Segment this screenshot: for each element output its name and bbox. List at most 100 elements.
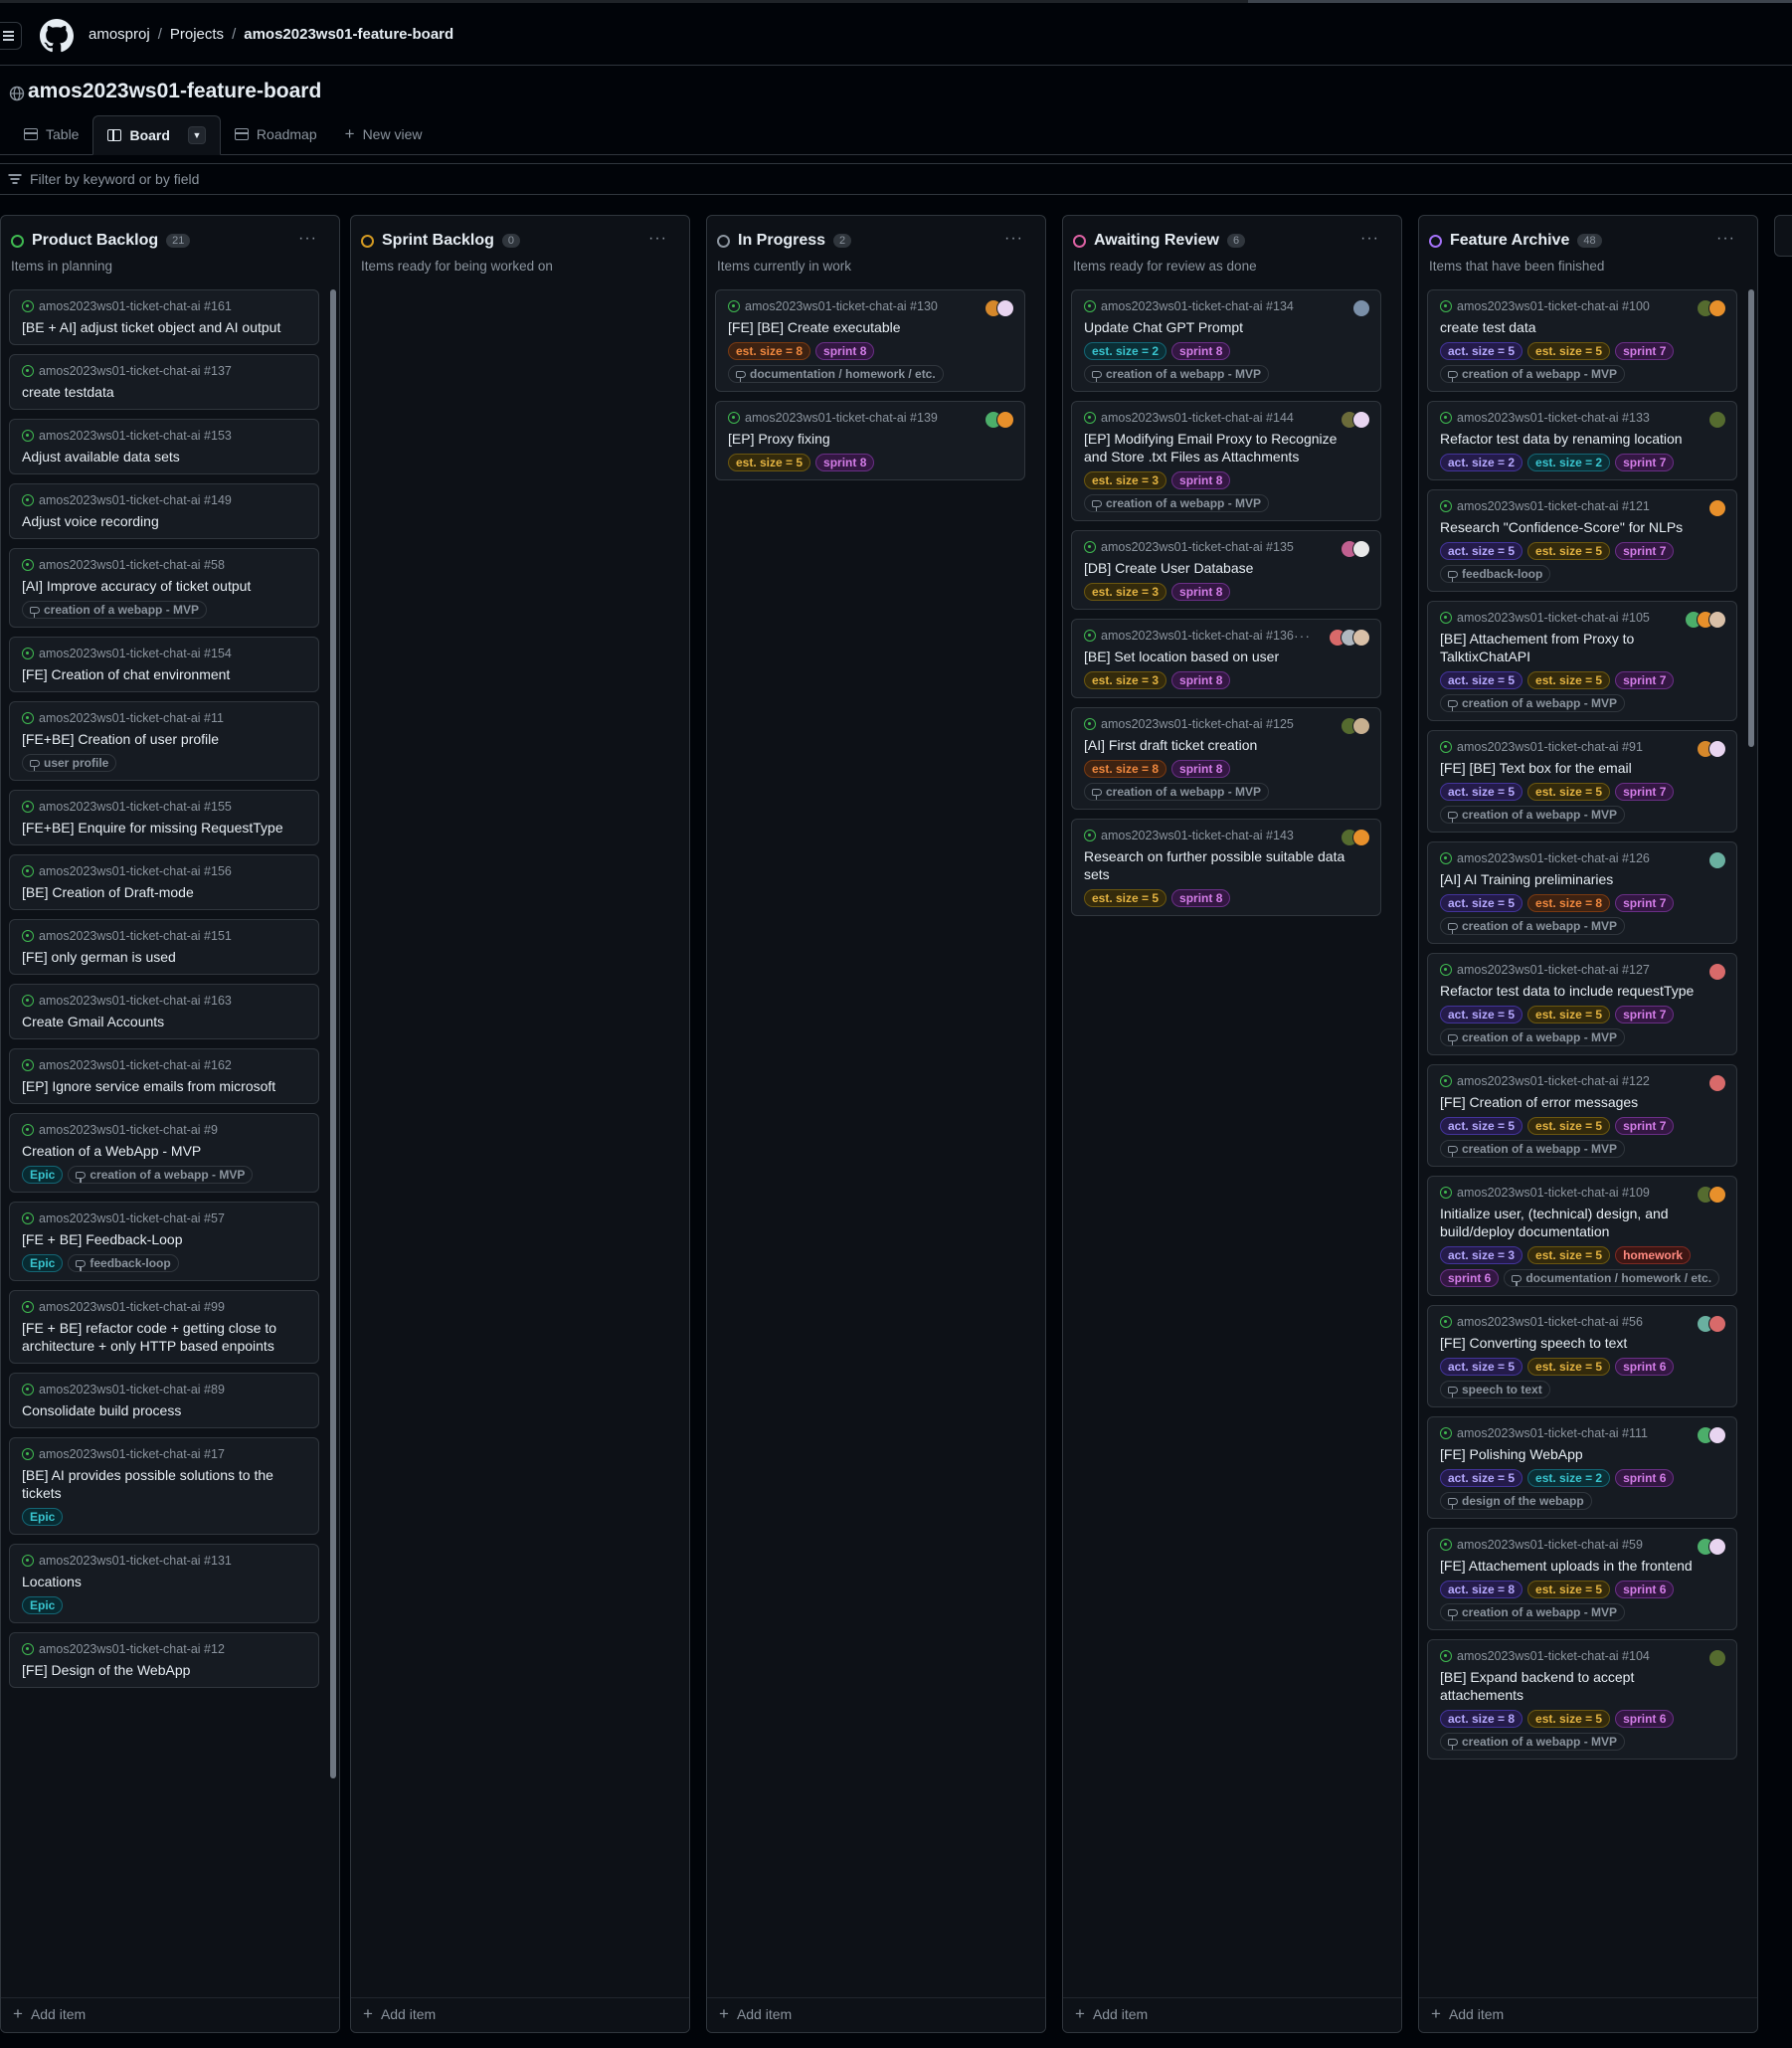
more-options-icon[interactable]: ··· (1004, 230, 1023, 248)
milestone-badge[interactable]: creation of a webapp - MVP (1440, 694, 1626, 712)
label-badge[interactable]: Epic (22, 1508, 64, 1526)
breadcrumb-board[interactable]: amos2023ws01-feature-board (244, 26, 453, 43)
label-badge[interactable]: est. size = 5 (1527, 1006, 1611, 1024)
label-badge[interactable]: sprint 6 (1615, 1469, 1675, 1487)
tab-table[interactable]: Table (10, 115, 92, 153)
label-badge[interactable]: est. size = 3 (1084, 671, 1167, 689)
card-title[interactable]: Creation of a WebApp - MVP (22, 1142, 306, 1160)
issue-card[interactable]: amos2023ws01-ticket-chat-ai #155 [FE+BE] … (9, 790, 319, 845)
issue-card[interactable]: amos2023ws01-ticket-chat-ai #57 [FE + BE]… (9, 1202, 319, 1281)
card-title[interactable]: [BE] Expand backend to accept attachemen… (1440, 1668, 1724, 1704)
more-options-icon[interactable]: ··· (298, 230, 317, 248)
card-title[interactable]: [FE] Converting speech to text (1440, 1334, 1724, 1352)
issue-card[interactable]: amos2023ws01-ticket-chat-ai #11 [FE+BE] C… (9, 701, 319, 781)
card-title[interactable]: create testdata (22, 383, 306, 401)
avatar[interactable] (1708, 611, 1726, 629)
label-badge[interactable]: sprint 7 (1615, 671, 1675, 689)
label-badge[interactable]: Epic (22, 1254, 64, 1272)
label-badge[interactable]: est. size = 2 (1527, 1469, 1611, 1487)
github-logo-icon[interactable] (40, 19, 74, 53)
issue-card[interactable]: amos2023ws01-ticket-chat-ai #162 [EP] Ign… (9, 1048, 319, 1104)
card-title[interactable]: [FE] only german is used (22, 948, 306, 966)
issue-card[interactable]: amos2023ws01-ticket-chat-ai #135 [DB] Cre… (1071, 530, 1381, 610)
issue-card[interactable]: amos2023ws01-ticket-chat-ai #153 Adjust a… (9, 419, 319, 474)
card-title[interactable]: [EP] Ignore service emails from microsof… (22, 1077, 306, 1095)
card-title[interactable]: [BE + AI] adjust ticket object and AI ou… (22, 318, 306, 336)
card-more-options-icon[interactable]: ··· (1294, 628, 1311, 644)
issue-card[interactable]: amos2023ws01-ticket-chat-ai #154 [FE] Cre… (9, 637, 319, 692)
hamburger-menu-icon[interactable] (0, 22, 22, 50)
add-item-button[interactable]: + Add item (719, 2004, 792, 2024)
label-badge[interactable]: est. size = 8 (1527, 894, 1611, 912)
issue-card[interactable]: amos2023ws01-ticket-chat-ai #104 [BE] Exp… (1427, 1639, 1737, 1760)
tab-roadmap[interactable]: Roadmap (221, 115, 331, 153)
issue-card[interactable]: amos2023ws01-ticket-chat-ai #109 Initiali… (1427, 1176, 1737, 1296)
issue-card[interactable]: amos2023ws01-ticket-chat-ai #139 [EP] Pro… (715, 401, 1025, 480)
card-title[interactable]: [FE] Attachement uploads in the frontend (1440, 1557, 1724, 1575)
more-options-icon[interactable]: ··· (648, 230, 667, 248)
card-title[interactable]: [BE] AI provides possible solutions to t… (22, 1466, 306, 1502)
avatar[interactable] (1352, 629, 1370, 647)
issue-card[interactable]: amos2023ws01-ticket-chat-ai #144 [EP] Mod… (1071, 401, 1381, 521)
card-title[interactable]: [FE] [BE] Create executable (728, 318, 1012, 336)
card-title[interactable]: [EP] Modifying Email Proxy to Recognize … (1084, 430, 1368, 465)
issue-card[interactable]: amos2023ws01-ticket-chat-ai #137 create t… (9, 354, 319, 410)
label-badge[interactable]: act. size = 5 (1440, 1117, 1523, 1135)
card-title[interactable]: Initialize user, (technical) design, and… (1440, 1205, 1724, 1240)
label-badge[interactable]: sprint 8 (1171, 342, 1231, 360)
label-badge[interactable]: act. size = 5 (1440, 1358, 1523, 1376)
label-badge[interactable]: sprint 8 (1171, 671, 1231, 689)
card-title[interactable]: [FE] Design of the WebApp (22, 1661, 306, 1679)
card-title[interactable]: [BE] Attachement from Proxy to TalktixCh… (1440, 630, 1724, 665)
card-title[interactable]: Create Gmail Accounts (22, 1013, 306, 1030)
card-title[interactable]: Consolidate build process (22, 1401, 306, 1419)
label-badge[interactable]: act. size = 2 (1440, 454, 1523, 471)
label-badge[interactable]: sprint 8 (1171, 583, 1231, 601)
label-badge[interactable]: sprint 7 (1615, 894, 1675, 912)
label-badge[interactable]: est. size = 8 (1084, 760, 1167, 778)
label-badge[interactable]: sprint 8 (1171, 760, 1231, 778)
issue-card[interactable]: amos2023ws01-ticket-chat-ai #134 Update C… (1071, 289, 1381, 392)
card-title[interactable]: Adjust voice recording (22, 512, 306, 530)
milestone-badge[interactable]: feedback-loop (68, 1254, 179, 1272)
next-column-edge[interactable] (1774, 215, 1792, 257)
card-title[interactable]: [AI] Improve accuracy of ticket output (22, 577, 306, 595)
more-options-icon[interactable]: ··· (1716, 230, 1735, 248)
card-title[interactable]: [BE] Creation of Draft-mode (22, 883, 306, 901)
label-badge[interactable]: est. size = 5 (1527, 1117, 1611, 1135)
avatar[interactable] (1708, 740, 1726, 758)
card-title[interactable]: [DB] Create User Database (1084, 559, 1368, 577)
card-title[interactable]: [FE + BE] Feedback-Loop (22, 1230, 306, 1248)
issue-card[interactable]: amos2023ws01-ticket-chat-ai #161 [BE + AI… (9, 289, 319, 345)
card-title[interactable]: create test data (1440, 318, 1724, 336)
issue-card[interactable]: amos2023ws01-ticket-chat-ai #126 [AI] AI … (1427, 841, 1737, 944)
issue-card[interactable]: amos2023ws01-ticket-chat-ai #133 Refactor… (1427, 401, 1737, 480)
avatar[interactable] (1708, 411, 1726, 429)
issue-card[interactable]: amos2023ws01-ticket-chat-ai #163 Create G… (9, 984, 319, 1039)
avatar[interactable] (1708, 1649, 1726, 1667)
filter-input[interactable]: Filter by keyword or by field (30, 171, 199, 187)
card-title[interactable]: Update Chat GPT Prompt (1084, 318, 1368, 336)
label-badge[interactable]: est. size = 5 (1527, 1246, 1611, 1264)
label-badge[interactable]: sprint 8 (1171, 471, 1231, 489)
card-title[interactable]: [FE+BE] Creation of user profile (22, 730, 306, 748)
avatar[interactable] (1352, 411, 1370, 429)
label-badge[interactable]: sprint 6 (1615, 1710, 1675, 1728)
issue-card[interactable]: amos2023ws01-ticket-chat-ai #136 [BE] Set… (1071, 619, 1381, 698)
issue-card[interactable]: amos2023ws01-ticket-chat-ai #12 [FE] Desi… (9, 1632, 319, 1688)
issue-card[interactable]: amos2023ws01-ticket-chat-ai #156 [BE] Cre… (9, 854, 319, 910)
milestone-badge[interactable]: creation of a webapp - MVP (1440, 1028, 1626, 1046)
label-badge[interactable]: est. size = 2 (1527, 454, 1611, 471)
card-title[interactable]: [FE] [BE] Text box for the email (1440, 759, 1724, 777)
breadcrumb-projects[interactable]: Projects (170, 26, 224, 43)
milestone-badge[interactable]: documentation / homework / etc. (728, 365, 944, 383)
issue-card[interactable]: amos2023ws01-ticket-chat-ai #56 [FE] Conv… (1427, 1305, 1737, 1407)
label-badge[interactable]: sprint 7 (1615, 454, 1675, 471)
milestone-badge[interactable]: creation of a webapp - MVP (22, 601, 208, 619)
scrollbar[interactable] (330, 289, 336, 1778)
issue-card[interactable]: amos2023ws01-ticket-chat-ai #99 [FE + BE]… (9, 1290, 319, 1364)
issue-card[interactable]: amos2023ws01-ticket-chat-ai #127 Refactor… (1427, 953, 1737, 1055)
label-badge[interactable]: sprint 7 (1615, 342, 1675, 360)
breadcrumb-org[interactable]: amosproj (89, 26, 150, 43)
chevron-down-icon[interactable]: ▼ (187, 126, 206, 144)
